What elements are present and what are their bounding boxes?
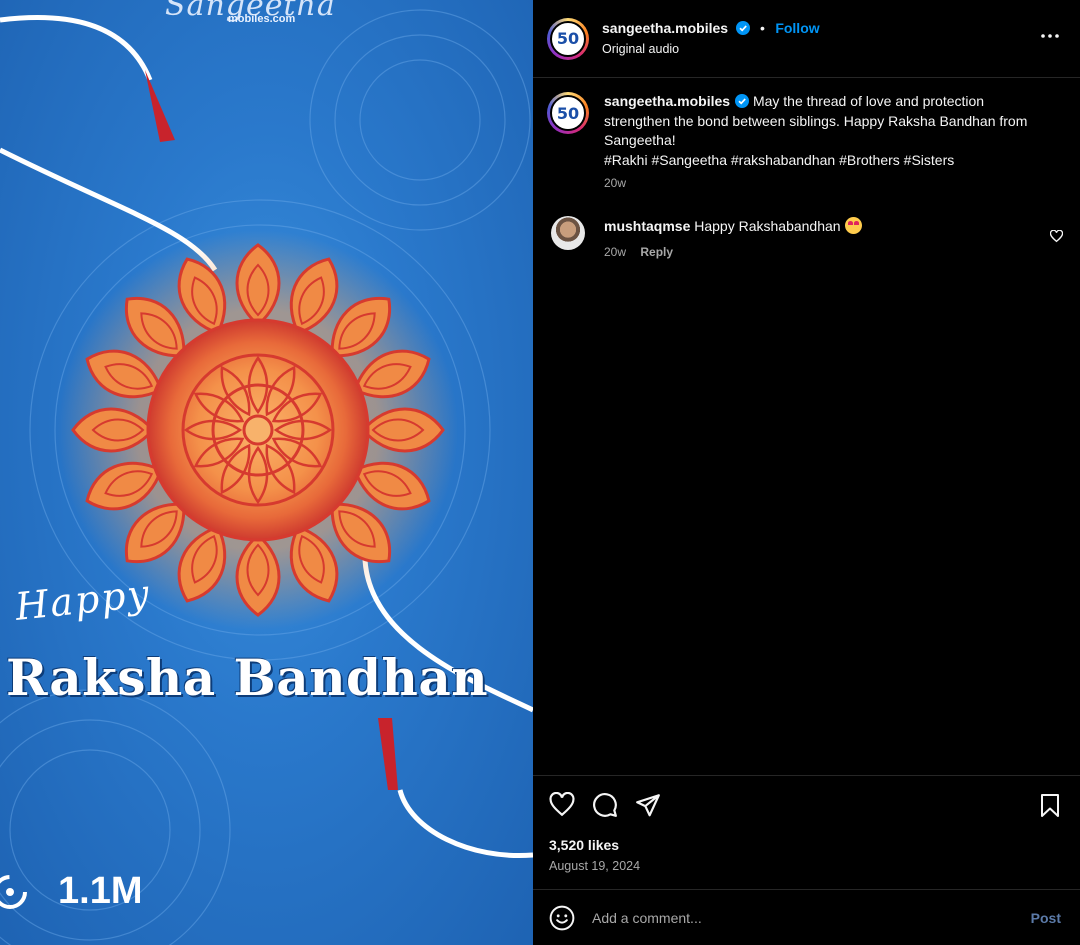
mandala-artwork [0,9,533,945]
reply-button[interactable]: Reply [640,245,673,259]
action-bar [533,776,1080,834]
view-count: 1.1M [0,870,142,913]
verified-badge-icon [735,94,750,108]
post-actions-area: 3,520 likes August 19, 2024 [533,775,1080,873]
like-count[interactable]: 3,520 likes [533,837,1080,853]
author-avatar[interactable]: 50 [547,17,589,60]
post-panel: 50 sangeetha.mobiles • Follow Original a… [533,0,1080,945]
audio-label[interactable]: Original audio [602,39,820,59]
comment-input[interactable] [592,909,992,926]
view-count-value: 1.1M [58,870,143,912]
post-header: 50 sangeetha.mobiles • Follow Original a… [533,0,1080,78]
reel-media[interactable]: Sangeetha mobiles.com Happy Raksha Bandh… [0,0,533,945]
verified-badge-icon [735,21,750,35]
commenter-avatar[interactable] [551,215,585,250]
emoji-picker-icon[interactable] [549,905,575,931]
follow-button[interactable]: Follow [775,20,819,36]
caption-username[interactable]: sangeetha.mobiles [604,93,730,109]
greeting-title: Raksha Bandhan [6,648,489,707]
heart-eyes-emoji-icon [844,216,862,234]
caption-timestamp[interactable]: 20w [604,174,1044,194]
comment-timestamp[interactable]: 20w [604,245,626,259]
post-date[interactable]: August 19, 2024 [533,859,1080,873]
caption-author-avatar[interactable]: 50 [547,92,589,134]
share-send-icon[interactable] [635,792,661,818]
comment-composer: Post [533,889,1080,945]
save-bookmark-icon[interactable] [1038,793,1062,824]
caption-hashtags[interactable]: #Rakhi #Sangeetha #rakshabandhan #Brothe… [604,151,1044,171]
avatar-logo-text: 50 [556,29,580,48]
commenter-username[interactable]: mushtaqmse [604,218,690,234]
comment-bubble-icon[interactable] [592,792,618,818]
comment-item: mushtaqmse Happy Rakshabandhan 20w Reply [533,194,1080,262]
more-options-icon[interactable] [1040,26,1060,46]
post-comment-button[interactable]: Post [1031,910,1061,926]
avatar-logo-text: 50 [556,103,580,123]
separator-dot: • [759,20,765,36]
like-heart-icon[interactable] [549,792,575,818]
brand-website: mobiles.com [228,13,296,25]
comment-text: Happy Rakshabandhan [694,217,841,234]
author-username[interactable]: sangeetha.mobiles [602,20,728,36]
post-caption: 50 sangeetha.mobiles May the thread of l… [533,78,1080,194]
play-views-icon [0,874,27,909]
comment-like-heart-icon[interactable] [1050,229,1063,243]
